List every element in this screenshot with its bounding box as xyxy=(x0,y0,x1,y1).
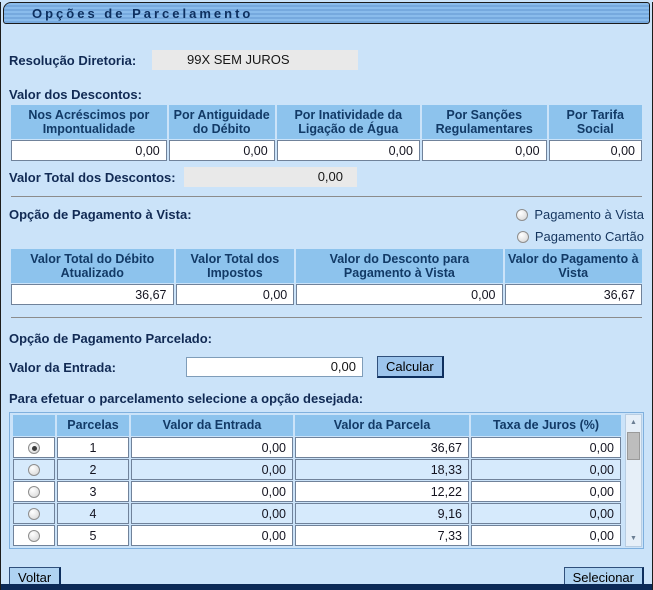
scrollbar-track[interactable] xyxy=(626,430,641,531)
descontos-header: Nos Acréscimos por Impontualidade xyxy=(11,105,167,139)
parcelas-table: Parcelas Valor da Entrada Valor da Parce… xyxy=(11,414,623,547)
parcelas-header: Valor da Parcela xyxy=(295,415,469,436)
descontos-total-label: Valor Total dos Descontos: xyxy=(9,170,184,185)
vista-header: Valor Total do Débito Atualizado xyxy=(11,249,174,283)
vista-radio-group: Pagamento à Vista Pagamento Cartão xyxy=(516,207,644,244)
parcelas-header-row: Parcelas Valor da Entrada Valor da Parce… xyxy=(13,415,621,436)
parcelas-count: 2 xyxy=(57,459,129,480)
scrollbar[interactable]: ▲ ▼ xyxy=(625,414,642,547)
descontos-value: 0,00 xyxy=(422,140,547,161)
scroll-up-icon[interactable]: ▲ xyxy=(626,415,641,430)
descontos-header: Por Antiguidade do Débito xyxy=(169,105,275,139)
valor-parcela: 18,33 xyxy=(295,459,469,480)
radio-icon[interactable] xyxy=(28,442,40,454)
radio-pagamento-a-vista[interactable]: Pagamento à Vista xyxy=(516,207,644,222)
vista-value: 36,67 xyxy=(11,284,174,305)
parcelas-count: 5 xyxy=(57,525,129,546)
radio-label: Pagamento Cartão xyxy=(535,229,644,244)
taxa-juros: 0,00 xyxy=(471,481,621,502)
taxa-juros: 0,00 xyxy=(471,459,621,480)
radio-pagamento-cartao[interactable]: Pagamento Cartão xyxy=(516,229,644,244)
taxa-juros: 0,00 xyxy=(471,437,621,458)
parcelas-header: Parcelas xyxy=(57,415,129,436)
valor-parcela: 36,67 xyxy=(295,437,469,458)
descontos-header: Por Inatividade da Ligação de Água xyxy=(277,105,420,139)
parcelas-count: 4 xyxy=(57,503,129,524)
valor-entrada: 0,00 xyxy=(131,437,293,458)
valor-entrada: 0,00 xyxy=(131,459,293,480)
taxa-juros: 0,00 xyxy=(471,525,621,546)
descontos-total-field: 0,00 xyxy=(184,167,357,187)
descontos-value: 0,00 xyxy=(11,140,167,161)
scrollbar-thumb[interactable] xyxy=(627,432,640,460)
vista-value: 0,00 xyxy=(176,284,295,305)
parcelas-row-radio[interactable] xyxy=(13,481,55,502)
parcelas-count: 1 xyxy=(57,437,129,458)
parcelas-row-radio[interactable] xyxy=(13,437,55,458)
vista-table: Valor Total do Débito Atualizado Valor T… xyxy=(9,248,644,306)
vista-header-row: Valor Total do Débito Atualizado Valor T… xyxy=(11,249,642,283)
valor-parcela: 12,22 xyxy=(295,481,469,502)
parcelas-row: 4 0,00 9,16 0,00 xyxy=(13,503,621,524)
radio-icon[interactable] xyxy=(28,486,40,498)
taxa-juros: 0,00 xyxy=(471,503,621,524)
parcelado-section-label: Opção de Pagamento Parcelado: xyxy=(9,331,644,346)
vista-value-row: 36,67 0,00 0,00 36,67 xyxy=(11,284,642,305)
parcelamento-instrucao: Para efetuar o parcelamento selecione a … xyxy=(9,391,644,406)
parcelas-row-radio[interactable] xyxy=(13,503,55,524)
parcelas-row: 1 0,00 36,67 0,00 xyxy=(13,437,621,458)
parcelas-row-radio[interactable] xyxy=(13,459,55,480)
page-title: Opções de Parcelamento xyxy=(3,2,650,24)
descontos-value: 0,00 xyxy=(277,140,420,161)
entrada-label: Valor da Entrada: xyxy=(9,360,186,375)
parcelas-header: Valor da Entrada xyxy=(131,415,293,436)
valor-entrada: 0,00 xyxy=(131,481,293,502)
resolucao-label: Resolução Diretoria: xyxy=(9,53,152,68)
vista-value: 0,00 xyxy=(296,284,502,305)
descontos-value: 0,00 xyxy=(549,140,642,161)
radio-icon[interactable] xyxy=(517,231,529,243)
resolucao-row: Resolução Diretoria: 99X SEM JUROS xyxy=(9,50,644,70)
descontos-header: Por Sanções Regulamentares xyxy=(422,105,547,139)
parcelas-row: 2 0,00 18,33 0,00 xyxy=(13,459,621,480)
calcular-button[interactable]: Calcular xyxy=(377,356,444,378)
descontos-header: Por Tarifa Social xyxy=(549,105,642,139)
valor-parcela: 7,33 xyxy=(295,525,469,546)
radio-label: Pagamento à Vista xyxy=(534,207,644,222)
descontos-value-row: 0,00 0,00 0,00 0,00 0,00 xyxy=(11,140,642,161)
descontos-total-row: Valor Total dos Descontos: 0,00 xyxy=(9,167,644,187)
entrada-row: Valor da Entrada: 0,00 Calcular xyxy=(9,356,644,378)
parcelas-header: Taxa de Juros (%) xyxy=(471,415,621,436)
descontos-section-label: Valor dos Descontos: xyxy=(9,87,644,102)
radio-icon[interactable] xyxy=(516,209,528,221)
parcelas-row: 5 0,00 7,33 0,00 xyxy=(13,525,621,546)
radio-icon[interactable] xyxy=(28,464,40,476)
vista-section: Opção de Pagamento à Vista: Pagamento à … xyxy=(9,207,644,244)
resolucao-field: 99X SEM JUROS xyxy=(152,50,358,70)
vista-header: Valor Total dos Impostos xyxy=(176,249,295,283)
entrada-input[interactable]: 0,00 xyxy=(186,357,363,377)
descontos-header-row: Nos Acréscimos por Impontualidade Por An… xyxy=(11,105,642,139)
valor-parcela: 9,16 xyxy=(295,503,469,524)
valor-entrada: 0,00 xyxy=(131,525,293,546)
descontos-value: 0,00 xyxy=(169,140,275,161)
descontos-table: Nos Acréscimos por Impontualidade Por An… xyxy=(9,104,644,162)
vista-section-label: Opção de Pagamento à Vista: xyxy=(9,207,192,222)
parcelas-row-radio[interactable] xyxy=(13,525,55,546)
vista-value: 36,67 xyxy=(505,284,643,305)
parcelas-header-radio xyxy=(13,415,55,436)
radio-icon[interactable] xyxy=(28,508,40,520)
vista-header: Valor do Pagamento à Vista xyxy=(505,249,643,283)
section-divider xyxy=(11,317,642,318)
parcelas-table-container: Parcelas Valor da Entrada Valor da Parce… xyxy=(9,412,644,549)
vista-header: Valor do Desconto para Pagamento à Vista xyxy=(296,249,502,283)
scroll-down-icon[interactable]: ▼ xyxy=(626,531,641,546)
section-divider xyxy=(11,196,642,197)
radio-icon[interactable] xyxy=(28,530,40,542)
parcelas-row: 3 0,00 12,22 0,00 xyxy=(13,481,621,502)
bottom-bar xyxy=(1,584,652,590)
valor-entrada: 0,00 xyxy=(131,503,293,524)
parcelas-count: 3 xyxy=(57,481,129,502)
